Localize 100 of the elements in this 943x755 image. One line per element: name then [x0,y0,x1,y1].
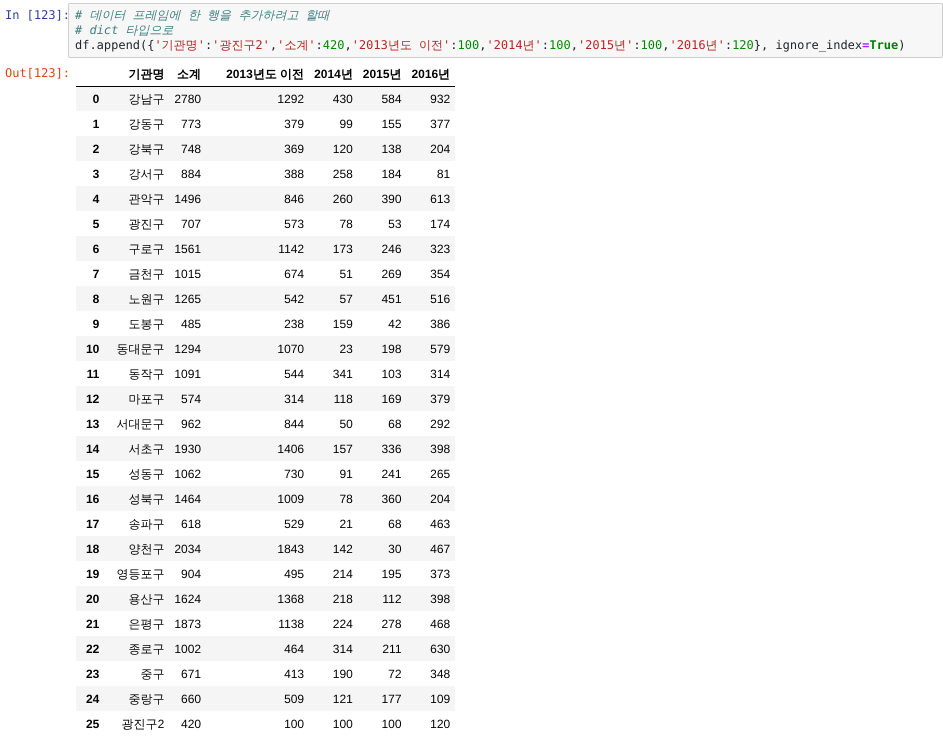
table-cell: 844 [206,411,310,436]
table-cell: 강서구 [111,161,170,186]
table-cell: 529 [206,511,310,536]
row-index: 22 [76,636,112,661]
table-cell: 574 [169,386,206,411]
table-cell: 671 [169,661,206,686]
code-line: # 데이터 프레임에 한 행을 추가하려고 할때 [75,8,331,23]
table-cell: 463 [406,511,456,536]
table-cell: 30 [358,536,406,561]
table-cell: 336 [358,436,406,461]
table-cell: 112 [358,586,406,611]
column-header: 2013년도 이전 [206,62,310,86]
table-cell: 468 [406,611,456,636]
row-index: 19 [76,561,112,586]
table-cell: 1873 [169,611,206,636]
table-cell: 173 [309,236,358,261]
table-cell: 730 [206,461,310,486]
table-cell: 314 [406,361,456,386]
table-cell: 169 [358,386,406,411]
row-index: 9 [76,311,112,336]
row-index: 21 [76,611,112,636]
table-cell: 430 [309,86,358,111]
table-cell: 177 [358,686,406,711]
table-cell: 1138 [206,611,310,636]
row-index: 12 [76,386,112,411]
table-cell: 157 [309,436,358,461]
table-cell: 1294 [169,336,206,361]
table-cell: 377 [406,111,456,136]
column-header: 기관명 [111,62,170,86]
table-cell: 241 [358,461,406,486]
table-cell: 1496 [169,186,206,211]
table-cell: 2034 [169,536,206,561]
table-cell: 379 [406,386,456,411]
table-cell: 238 [206,311,310,336]
table-cell: 214 [309,561,358,586]
table-cell: 265 [406,461,456,486]
table-cell: 190 [309,661,358,686]
table-cell: 1561 [169,236,206,261]
table-cell: 573 [206,211,310,236]
table-cell: 386 [406,311,456,336]
table-cell: 195 [358,561,406,586]
table-cell: 278 [358,611,406,636]
table-cell: 904 [169,561,206,586]
table-cell: 544 [206,361,310,386]
table-cell: 구로구 [111,236,170,261]
row-index: 8 [76,286,112,311]
table-cell: 204 [406,486,456,511]
table-cell: 485 [169,311,206,336]
table-cell: 서대문구 [111,411,170,436]
table-cell: 884 [169,161,206,186]
input-prompt: In [123]: [4,7,68,24]
table-cell: 동작구 [111,361,170,386]
table-cell: 강동구 [111,111,170,136]
table-cell: 51 [309,261,358,286]
row-index: 15 [76,461,112,486]
table-cell: 348 [406,661,456,686]
table-cell: 413 [206,661,310,686]
row-index: 13 [76,411,112,436]
table-cell: 1624 [169,586,206,611]
table-cell: 354 [406,261,456,286]
table-cell: 광진구2 [111,711,170,736]
table-cell: 398 [406,436,456,461]
table-cell: 은평구 [111,611,170,636]
table-cell: 21 [309,511,358,536]
table-cell: 379 [206,111,310,136]
table-cell: 120 [309,136,358,161]
table-cell: 748 [169,136,206,161]
table-cell: 성동구 [111,461,170,486]
table-cell: 846 [206,186,310,211]
code-line: df.append({'기관명':'광진구2','소계':420,'2013년도 이전':100,'2014년':100,'2015년':100,'2016년':120}, ignore_index=True) [75,38,906,53]
table-cell: 노원구 [111,286,170,311]
table-cell: 2780 [169,86,206,111]
table-cell: 1930 [169,436,206,461]
table-cell: 246 [358,236,406,261]
table-cell: 467 [406,536,456,561]
row-index: 16 [76,486,112,511]
table-cell: 451 [358,286,406,311]
table-cell: 78 [309,486,358,511]
table-cell: 109 [406,686,456,711]
column-header: 2015년 [358,62,406,86]
code-line: # dict 타입으로 [75,23,175,38]
table-cell: 중랑구 [111,686,170,711]
table-cell: 용산구 [111,586,170,611]
row-index: 24 [76,686,112,711]
table-cell: 1091 [169,361,206,386]
table-cell: 224 [309,611,358,636]
table-cell: 성북구 [111,486,170,511]
table-cell: 1062 [169,461,206,486]
table-cell: 23 [309,336,358,361]
table-cell: 120 [406,711,456,736]
table-cell: 138 [358,136,406,161]
table-cell: 260 [309,186,358,211]
table-cell: 91 [309,461,358,486]
table-cell: 1009 [206,486,310,511]
table-cell: 1368 [206,586,310,611]
row-index: 18 [76,536,112,561]
table-cell: 618 [169,511,206,536]
table-cell: 962 [169,411,206,436]
table-cell: 174 [406,211,456,236]
table-cell: 53 [358,211,406,236]
